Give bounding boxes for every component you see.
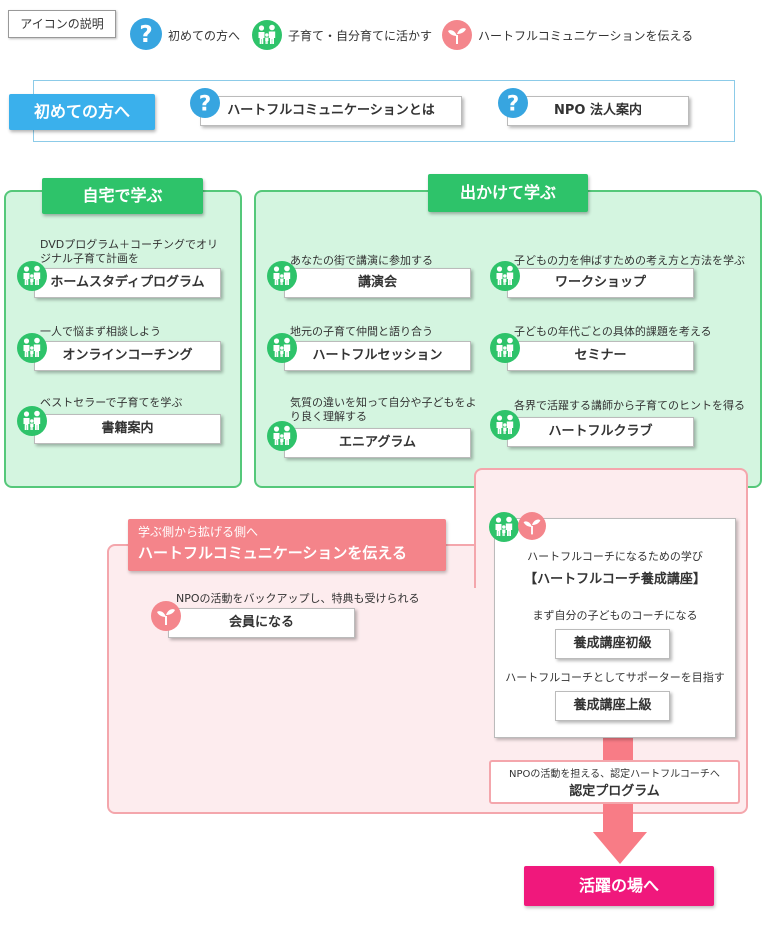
seminar-button[interactable]: セミナー	[507, 341, 694, 371]
become-member-button[interactable]: 会員になる	[168, 608, 355, 638]
heartful-club-button[interactable]: ハートフルクラブ	[507, 417, 694, 447]
family-icon	[17, 261, 47, 291]
family-icon	[17, 333, 47, 363]
legend-text-parenting: 子育て・自分育てに活かす	[288, 29, 433, 43]
legend-label: アイコンの説明	[8, 10, 116, 38]
family-icon	[267, 333, 297, 363]
intro-title: 初めての方へ	[9, 94, 155, 130]
basic-course-desc: まず自分の子どものコーチになる	[532, 609, 698, 622]
sprout-icon	[518, 512, 546, 540]
question-icon	[498, 88, 528, 118]
home-study-title: 自宅で学ぶ	[42, 178, 203, 214]
family-icon	[252, 20, 282, 50]
enneagram-desc: 気質の違いを知って自分や子どもをより良く理解する	[290, 396, 477, 423]
basic-course-button[interactable]: 養成講座初級	[555, 629, 670, 659]
coach-course-title: 【ハートフルコーチ養成講座】	[524, 572, 706, 587]
question-icon	[130, 18, 162, 50]
lecture-button[interactable]: 講演会	[284, 268, 471, 298]
session-desc: 地元の子育て仲間と語り合う	[290, 325, 433, 338]
family-icon	[490, 333, 520, 363]
legend-text-first-time: 初めての方へ	[168, 29, 241, 43]
certified-program-label: 認定プログラム	[569, 784, 660, 799]
home-study-program-button[interactable]: ホームスタディプログラム	[34, 268, 221, 298]
lecture-desc: あなたの街で講演に参加する	[290, 254, 433, 267]
workshop-button[interactable]: ワークショップ	[507, 268, 694, 298]
online-coaching-button[interactable]: オンラインコーチング	[34, 341, 221, 371]
advanced-course-desc: ハートフルコーチとしてサポーターを目指す	[505, 671, 725, 684]
sprout-icon	[442, 20, 472, 50]
books-button[interactable]: 書籍案内	[34, 414, 221, 444]
family-icon	[489, 512, 519, 542]
coach-intro: ハートフルコーチになるための学び	[527, 550, 703, 563]
legend-text-share: ハートフルコミュニケーションを伝える	[478, 29, 694, 43]
sprout-icon	[151, 601, 181, 631]
family-icon	[490, 410, 520, 440]
advanced-course-button[interactable]: 養成講座上級	[555, 691, 670, 721]
what-is-heartful-communication-button[interactable]: ハートフルコミュニケーションとは	[200, 96, 462, 126]
family-icon	[17, 406, 47, 436]
share-title: ハートフルコミュニケーションを伝える	[138, 544, 407, 562]
club-desc: 各界で活躍する講師から子育てのヒントを得る	[514, 399, 745, 412]
books-desc: ベストセラーで子育てを学ぶ	[40, 396, 183, 409]
question-icon	[190, 88, 220, 118]
seminar-desc: 子どもの年代ごとの具体的課題を考える	[514, 325, 712, 338]
certified-program-desc: NPOの活動を担える、認定ハートフルコーチへ	[509, 769, 720, 780]
enneagram-button[interactable]: エニアグラム	[284, 428, 471, 458]
workshop-desc: 子どもの力を伸ばすための考え方と方法を学ぶ	[514, 254, 745, 267]
certified-program-box[interactable]: NPOの活動を担える、認定ハートフルコーチへ 認定プログラム	[489, 760, 740, 804]
member-desc: NPOの活動をバックアップし、特典も受けられる	[176, 592, 420, 605]
share-banner: 学ぶ側から拡げる側へ ハートフルコミュニケーションを伝える	[128, 519, 446, 571]
home-program-desc: DVDプログラム＋コーチングでオリジナル子育て計画を	[40, 238, 218, 265]
family-icon	[267, 421, 297, 451]
family-icon	[267, 261, 297, 291]
active-stage-button[interactable]: 活躍の場へ	[524, 866, 714, 906]
family-icon	[490, 261, 520, 291]
outside-learning-title: 出かけて学ぶ	[428, 174, 588, 212]
share-subtitle: 学ぶ側から拡げる側へ	[138, 525, 259, 539]
heartful-session-button[interactable]: ハートフルセッション	[284, 341, 471, 371]
flow-arrow-head	[593, 832, 647, 864]
online-coaching-desc: 一人で悩まず相談しよう	[40, 325, 161, 338]
npo-info-button[interactable]: NPO 法人案内	[507, 96, 689, 126]
